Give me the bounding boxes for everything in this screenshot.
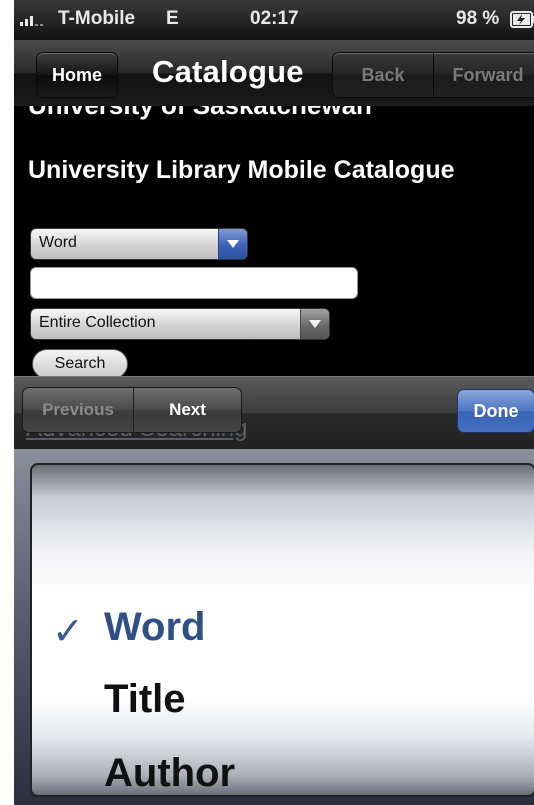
picker-option-word[interactable]: ✓ Word — [32, 593, 534, 663]
next-button[interactable]: Next — [134, 388, 241, 432]
picker-wheel[interactable]: ✓ Word Title Author — [30, 463, 534, 797]
collection-value: Entire Collection — [39, 314, 156, 331]
web-content: University of Saskatchewan University Li… — [14, 106, 534, 376]
collection-select[interactable]: Entire Collection — [30, 308, 330, 340]
dropdown-arrow-icon — [218, 229, 247, 259]
search-input[interactable] — [30, 267, 358, 299]
status-bar: T-Mobile E 02:17 98 % — [14, 0, 534, 40]
picker-area: ✓ Word Title Author — [14, 449, 534, 805]
signal-strength-icon — [20, 16, 43, 26]
back-button[interactable]: Back — [332, 52, 434, 98]
clock-time: 02:17 — [250, 8, 299, 29]
picker-option-label: Title — [104, 677, 186, 721]
search-type-select[interactable]: Word — [30, 228, 248, 260]
navigation-bar: Home Catalogue Back Forward — [14, 40, 534, 107]
search-button[interactable]: Search — [32, 349, 128, 376]
phone-screen: T-Mobile E 02:17 98 % Home Catalogue Bac… — [14, 0, 534, 805]
dropdown-arrow-icon — [300, 309, 329, 339]
page-title: Catalogue — [152, 54, 304, 89]
search-type-value: Word — [39, 234, 77, 251]
picker-option-author[interactable]: Author — [32, 739, 534, 795]
previous-button[interactable]: Previous — [23, 388, 134, 432]
keyboard-accessory-bar: Advanced Searching Previous Next Done — [14, 376, 534, 449]
picker-option-label: Author — [104, 751, 236, 795]
picker-option-label: Word — [104, 605, 206, 649]
carrier-name: T-Mobile — [58, 8, 136, 29]
battery-percentage: 98 % — [456, 8, 500, 29]
done-button[interactable]: Done — [457, 389, 534, 433]
home-button[interactable]: Home — [36, 52, 118, 98]
picker-option-title[interactable]: Title — [32, 665, 534, 735]
forward-button[interactable]: Forward — [433, 52, 534, 98]
catalogue-heading: University Library Mobile Catalogue — [28, 156, 455, 184]
checkmark-icon: ✓ — [52, 611, 84, 653]
battery-charging-icon — [510, 11, 534, 28]
previous-next-control: Previous Next — [22, 387, 242, 433]
partial-heading: University of Saskatchewan — [28, 106, 372, 121]
network-type: E — [166, 8, 179, 29]
